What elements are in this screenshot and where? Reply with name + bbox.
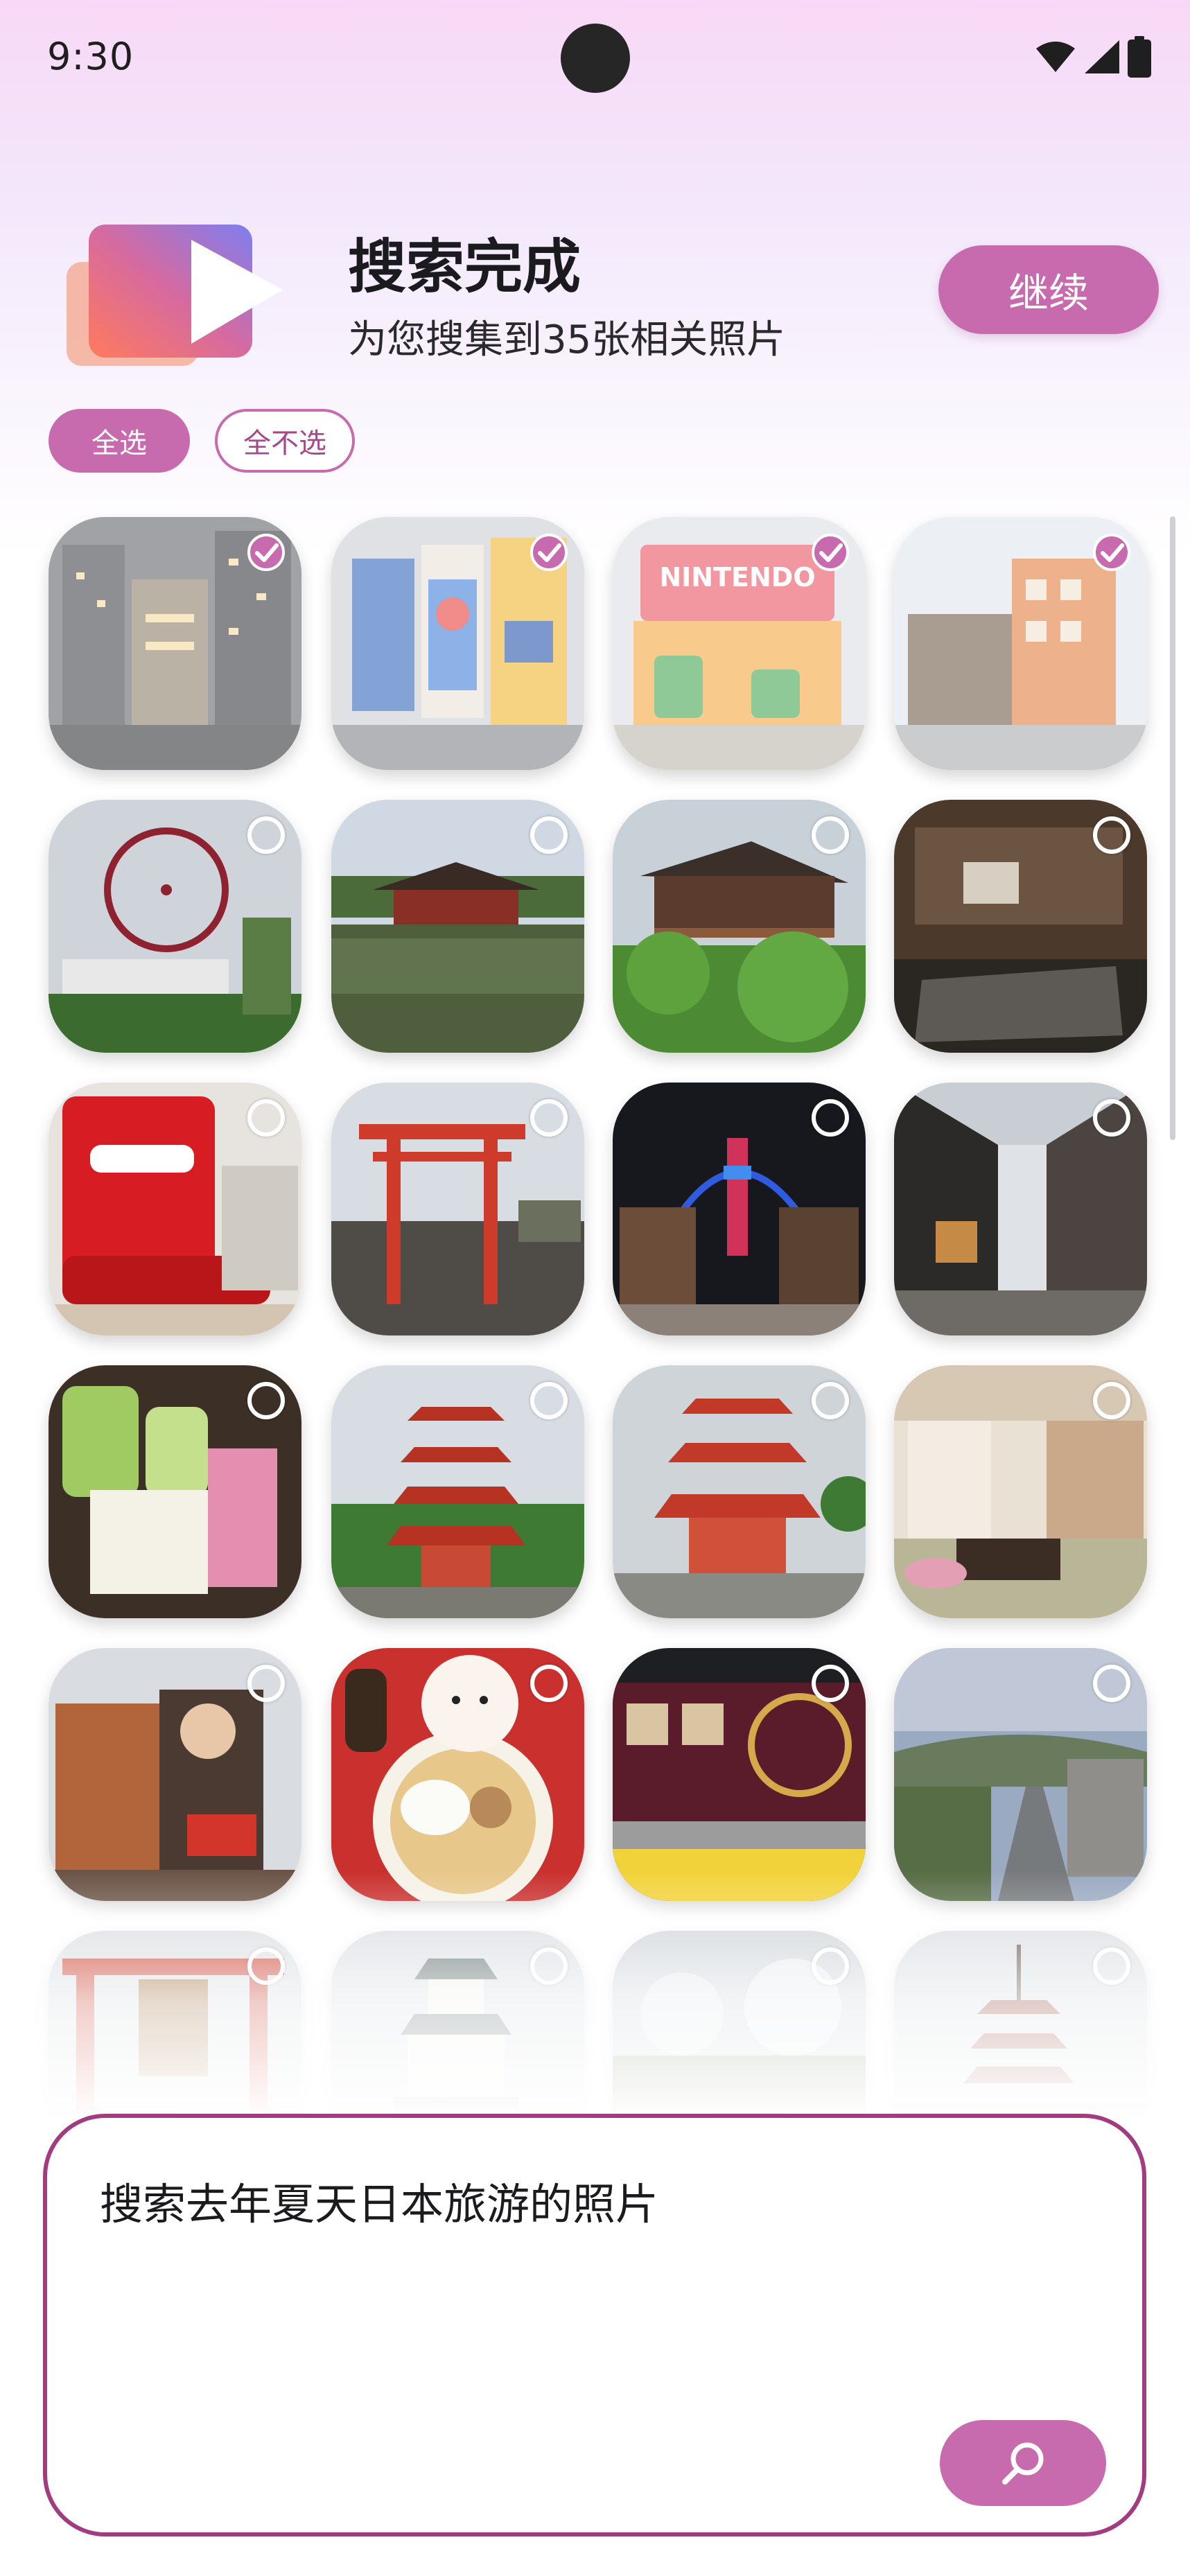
unchecked-circle-icon[interactable]	[247, 816, 285, 854]
checked-circle-icon[interactable]	[1093, 534, 1130, 571]
play-logo-icon	[64, 220, 292, 373]
photo-tile[interactable]	[49, 1365, 301, 1618]
unchecked-circle-icon[interactable]	[1093, 1947, 1130, 1985]
checked-circle-icon[interactable]	[812, 534, 849, 571]
photo-tile[interactable]	[894, 1365, 1147, 1618]
unchecked-circle-icon[interactable]	[812, 1947, 849, 1985]
photo-tile[interactable]	[331, 517, 584, 770]
status-bar: 9:30	[0, 0, 1190, 114]
wifi-icon	[1036, 42, 1075, 72]
battery-icon	[1128, 36, 1151, 78]
unchecked-circle-icon[interactable]	[1093, 816, 1130, 854]
photo-tile[interactable]	[894, 1648, 1147, 1901]
photo-tile[interactable]	[613, 1083, 866, 1335]
unchecked-circle-icon[interactable]	[247, 1099, 285, 1137]
signal-icon	[1085, 40, 1119, 73]
photo-grid[interactable]: NINTENDO	[0, 513, 1190, 2128]
page-title: 搜索完成	[348, 233, 581, 301]
search-button[interactable]	[940, 2420, 1106, 2506]
photo-tile[interactable]	[613, 800, 866, 1053]
photo-tile[interactable]	[894, 1083, 1147, 1335]
status-time: 9:30	[47, 35, 134, 78]
camera-cutout	[561, 24, 630, 93]
svg-text:NINTENDO: NINTENDO	[659, 562, 815, 593]
grid-scrollbar[interactable]	[1170, 516, 1175, 1140]
photo-tile[interactable]	[331, 1648, 584, 1901]
unchecked-circle-icon[interactable]	[1093, 1099, 1130, 1137]
result-summary: 为您搜集到35张相关照片	[348, 317, 786, 362]
unchecked-circle-icon[interactable]	[812, 816, 849, 854]
select-none-button[interactable]: 全不选	[215, 409, 355, 473]
query-input-box[interactable]: 搜索去年夏天日本旅游的照片	[43, 2114, 1146, 2536]
unchecked-circle-icon[interactable]	[1093, 1665, 1130, 1702]
unchecked-circle-icon[interactable]	[530, 1665, 568, 1702]
unchecked-circle-icon[interactable]	[247, 1382, 285, 1419]
unchecked-circle-icon[interactable]	[530, 1947, 568, 1985]
photo-tile[interactable]	[331, 1365, 584, 1618]
unchecked-circle-icon[interactable]	[812, 1665, 849, 1702]
search-icon	[1002, 2442, 1044, 2485]
photo-tile[interactable]	[49, 1931, 301, 2128]
unchecked-circle-icon[interactable]	[247, 1665, 285, 1702]
unchecked-circle-icon[interactable]	[530, 1099, 568, 1137]
checked-circle-icon[interactable]	[530, 534, 568, 571]
photo-tile[interactable]	[894, 1931, 1147, 2128]
photo-tile[interactable]	[613, 1931, 866, 2128]
photo-tile[interactable]	[49, 517, 301, 770]
unchecked-circle-icon[interactable]	[1093, 1382, 1130, 1419]
checked-circle-icon[interactable]	[247, 534, 285, 571]
photo-tile[interactable]	[894, 517, 1147, 770]
photo-tile[interactable]	[49, 800, 301, 1053]
photo-tile[interactable]	[331, 800, 584, 1053]
select-all-button[interactable]: 全选	[49, 409, 190, 473]
photo-tile[interactable]: NINTENDO	[613, 517, 866, 770]
photo-tile[interactable]	[613, 1365, 866, 1618]
continue-button[interactable]: 继续	[938, 245, 1159, 334]
query-text[interactable]: 搜索去年夏天日本旅游的照片	[100, 2169, 658, 2232]
unchecked-circle-icon[interactable]	[247, 1947, 285, 1985]
photo-tile[interactable]	[894, 800, 1147, 1053]
status-icons	[1035, 36, 1151, 78]
photo-tile[interactable]	[331, 1083, 584, 1335]
unchecked-circle-icon[interactable]	[812, 1099, 849, 1137]
photo-tile[interactable]	[49, 1083, 301, 1335]
photo-tile[interactable]	[613, 1648, 866, 1901]
unchecked-circle-icon[interactable]	[530, 816, 568, 854]
unchecked-circle-icon[interactable]	[530, 1382, 568, 1419]
photo-tile[interactable]	[331, 1931, 584, 2128]
photo-tile[interactable]	[49, 1648, 301, 1901]
unchecked-circle-icon[interactable]	[812, 1382, 849, 1419]
